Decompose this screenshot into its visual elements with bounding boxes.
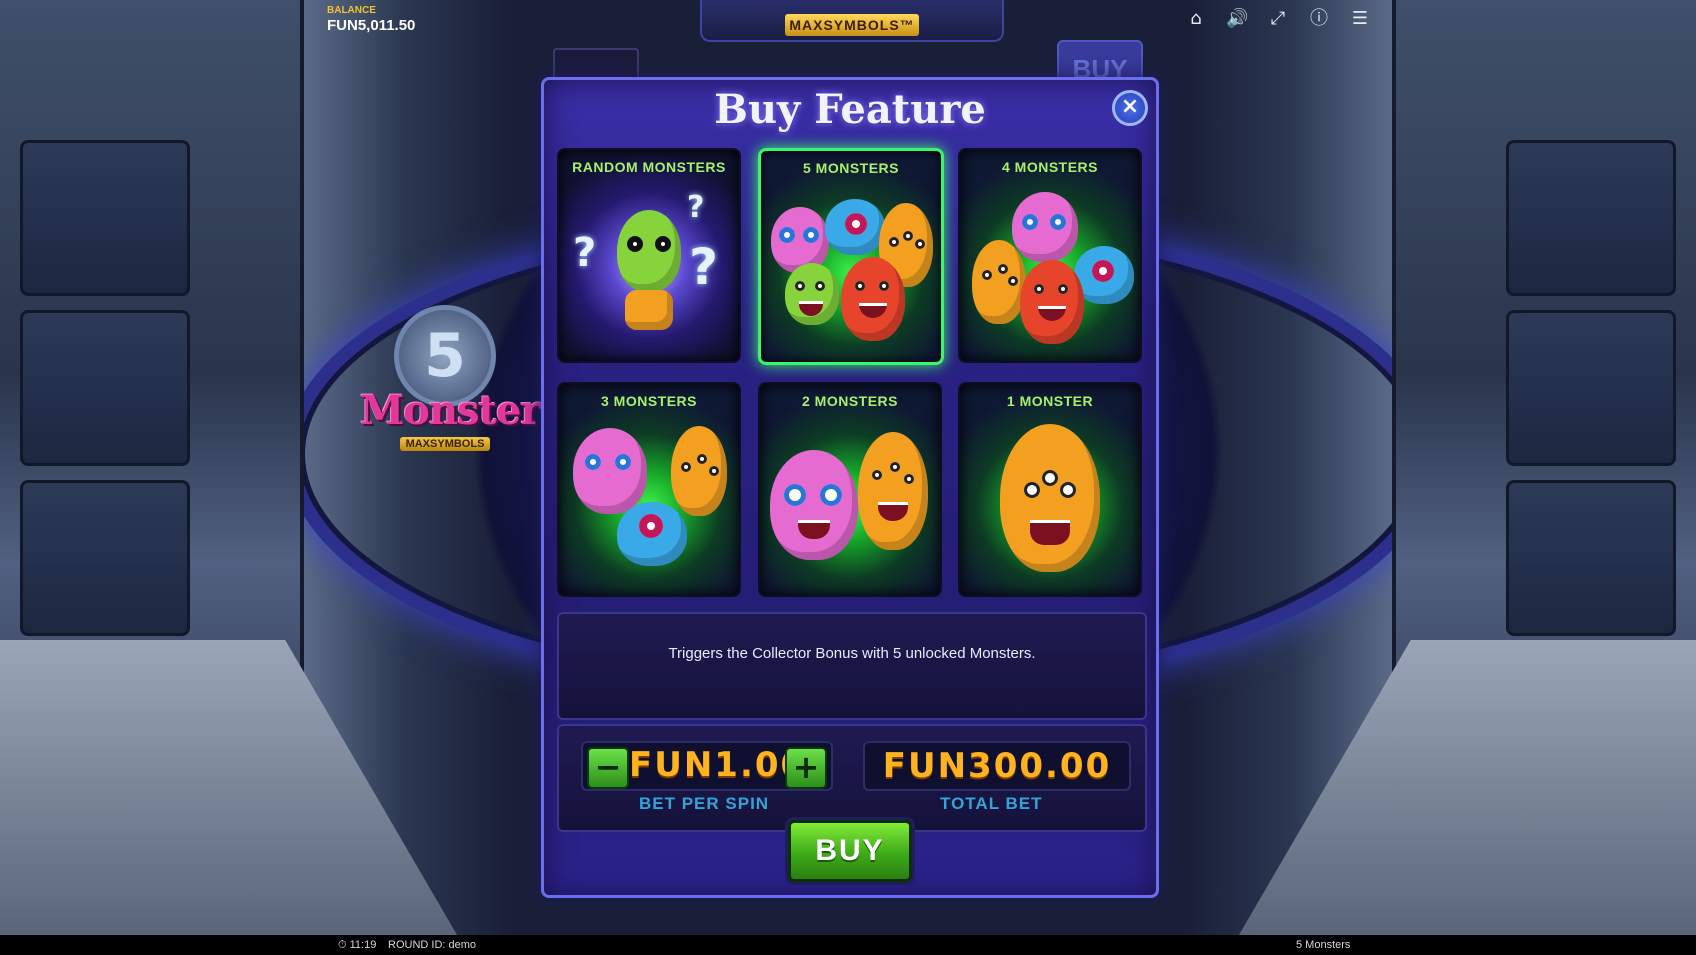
blue-monster-icon: [617, 502, 687, 566]
option-4-monsters[interactable]: 4 MONSTERS: [958, 148, 1142, 363]
dialog-title: Buy Feature: [714, 86, 986, 133]
menu-icon[interactable]: ☰: [1349, 8, 1371, 30]
pink-monster-icon: [770, 450, 858, 560]
sound-icon[interactable]: 🔊: [1226, 8, 1248, 30]
game-logo: 5 Monsters MAXSYMBOLS: [360, 305, 563, 455]
bet-per-spin-label: BET PER SPIN: [639, 794, 770, 813]
orange-monster-icon: [1000, 424, 1100, 572]
session-time: ⏱ 11:19: [338, 939, 377, 951]
option-5-monsters[interactable]: 5 MONSTERS: [758, 148, 944, 365]
red-monster-icon: [841, 257, 905, 341]
option-3-monsters[interactable]: 3 MONSTERS: [557, 382, 741, 597]
option-2-monsters[interactable]: 2 MONSTERS: [758, 382, 942, 597]
total-bet-label: TOTAL BET: [940, 794, 1043, 813]
option-label: 4 MONSTERS: [1001, 159, 1098, 175]
alien-monster-icon: [617, 210, 681, 292]
orange-monster-icon: [972, 240, 1026, 324]
question-mark-icon: ?: [573, 230, 597, 276]
fullscreen-icon[interactable]: ⤢: [1267, 8, 1289, 30]
option-label: 1 MONSTER: [1006, 393, 1094, 409]
close-icon[interactable]: ×: [1112, 90, 1148, 126]
option-label: 3 MONSTERS: [600, 393, 697, 409]
balance-label: BALANCE: [327, 5, 376, 16]
green-monster-icon: [785, 263, 839, 325]
buy-button[interactable]: BUY: [788, 820, 912, 882]
game-logo-sub: MAXSYMBOLS: [399, 437, 491, 451]
game-logo-name: Monsters: [360, 387, 563, 434]
question-mark-icon: ?: [687, 190, 705, 225]
info-icon[interactable]: ⓘ: [1308, 8, 1330, 30]
decrease-bet-button[interactable]: −: [587, 747, 629, 789]
feature-description-panel: Triggers the Collector Bonus with 5 unlo…: [557, 612, 1147, 720]
top-logo-text: MAXSYMBOLS™: [785, 14, 919, 36]
option-label: 5 MONSTERS: [802, 160, 899, 176]
game-name: 5 Monsters: [1296, 939, 1351, 951]
bet-per-spin-value: FUN1.00: [629, 745, 807, 785]
round-id: ROUND ID: demo: [388, 939, 477, 951]
hud-icons: ⌂ 🔊 ⤢ ⓘ ☰: [1185, 8, 1371, 30]
bet-panel: − FUN1.00 + FUN300.00 BET PER SPIN TOTAL…: [557, 724, 1147, 832]
question-mark-icon: ?: [689, 238, 719, 296]
top-logo: MAXSYMBOLS™: [700, 0, 1004, 42]
home-icon[interactable]: ⌂: [1185, 8, 1207, 30]
buy-feature-dialog: Buy Feature × RANDOM MONSTERS ? ? ? 5 MO…: [541, 77, 1159, 898]
increase-bet-button[interactable]: +: [785, 747, 827, 789]
pink-monster-icon: [771, 207, 829, 273]
orange-monster-icon: [858, 432, 928, 550]
alien-body-icon: [625, 290, 673, 330]
orange-monster-icon: [671, 426, 727, 516]
option-1-monster[interactable]: 1 MONSTER: [958, 382, 1142, 597]
bet-per-spin-stepper: − FUN1.00 +: [581, 741, 833, 791]
status-bar: ⏱ 11:19 ROUND ID: demo 5 Monsters: [0, 935, 1696, 955]
option-label: 2 MONSTERS: [801, 393, 898, 409]
balance-value: FUN5,011.50: [327, 17, 416, 34]
option-random-monsters[interactable]: RANDOM MONSTERS ? ? ?: [557, 148, 741, 363]
red-monster-icon: [1020, 260, 1084, 344]
feature-description: Triggers the Collector Bonus with 5 unlo…: [668, 645, 1036, 662]
total-bet-value: FUN300.00: [863, 741, 1131, 791]
pink-monster-icon: [1012, 192, 1078, 262]
blue-monster-icon: [825, 199, 885, 255]
pink-monster-icon: [573, 428, 647, 514]
option-label: RANDOM MONSTERS: [572, 159, 726, 175]
